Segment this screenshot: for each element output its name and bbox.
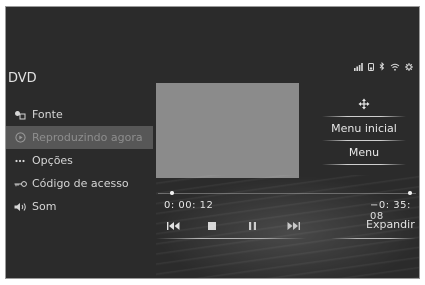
menu-inicial-label: Menu inicial — [331, 122, 397, 135]
now-playing-icon — [13, 132, 27, 143]
previous-icon — [166, 222, 179, 230]
menu-inicial-button[interactable]: Menu inicial — [322, 119, 406, 141]
stop-icon — [208, 222, 216, 230]
wifi-icon — [390, 63, 400, 71]
progress-bar[interactable] — [158, 191, 416, 195]
pause-button[interactable] — [239, 219, 265, 233]
source-icon — [13, 110, 27, 120]
status-bar — [354, 62, 413, 71]
sidebar-item-label: Som — [32, 200, 57, 213]
menu-button[interactable]: Menu — [322, 143, 406, 165]
dvd-screen: DVD Fonte Reproduzindo agora Opções Códi… — [5, 6, 420, 279]
elapsed-time: 0: 00: 12 — [164, 200, 214, 211]
sidebar-item-codigo-de-acesso[interactable]: Código de acesso — [6, 172, 153, 195]
settings-icon — [405, 63, 413, 71]
progress-knob[interactable] — [170, 191, 174, 195]
sound-icon — [13, 202, 27, 212]
sidebar-item-fonte[interactable]: Fonte — [6, 103, 153, 126]
expand-divider — [331, 238, 416, 239]
sidebar-item-som[interactable]: Som — [6, 195, 153, 218]
options-icon — [13, 159, 27, 163]
video-display[interactable] — [156, 83, 299, 178]
menu-label: Menu — [348, 146, 380, 159]
pause-icon — [248, 222, 256, 230]
sidebar-item-label: Código de acesso — [32, 177, 129, 190]
sidebar-item-label: Opções — [32, 154, 73, 167]
screen-title: DVD — [8, 71, 37, 86]
sidebar-item-label: Fonte — [32, 108, 63, 121]
phone-icon — [368, 63, 374, 71]
next-button[interactable] — [280, 219, 306, 233]
sidebar-item-label: Reproduzindo agora — [32, 131, 143, 144]
progress-end-marker — [408, 191, 412, 195]
expand-button[interactable]: Expandir — [366, 218, 415, 231]
sidebar-item-opcoes[interactable]: Opções — [6, 149, 153, 172]
next-icon — [287, 222, 300, 230]
move-icon — [358, 98, 370, 110]
sidebar: Fonte Reproduzindo agora Opções Código d… — [6, 103, 153, 218]
stop-button[interactable] — [199, 219, 225, 233]
access-code-icon — [13, 180, 27, 188]
signal-icon — [354, 63, 363, 71]
controls-divider — [156, 238, 306, 239]
previous-button[interactable] — [160, 219, 186, 233]
bluetooth-icon — [379, 62, 385, 71]
sidebar-item-reproduzindo-agora[interactable]: Reproduzindo agora — [6, 126, 153, 149]
move-button[interactable] — [322, 95, 406, 117]
